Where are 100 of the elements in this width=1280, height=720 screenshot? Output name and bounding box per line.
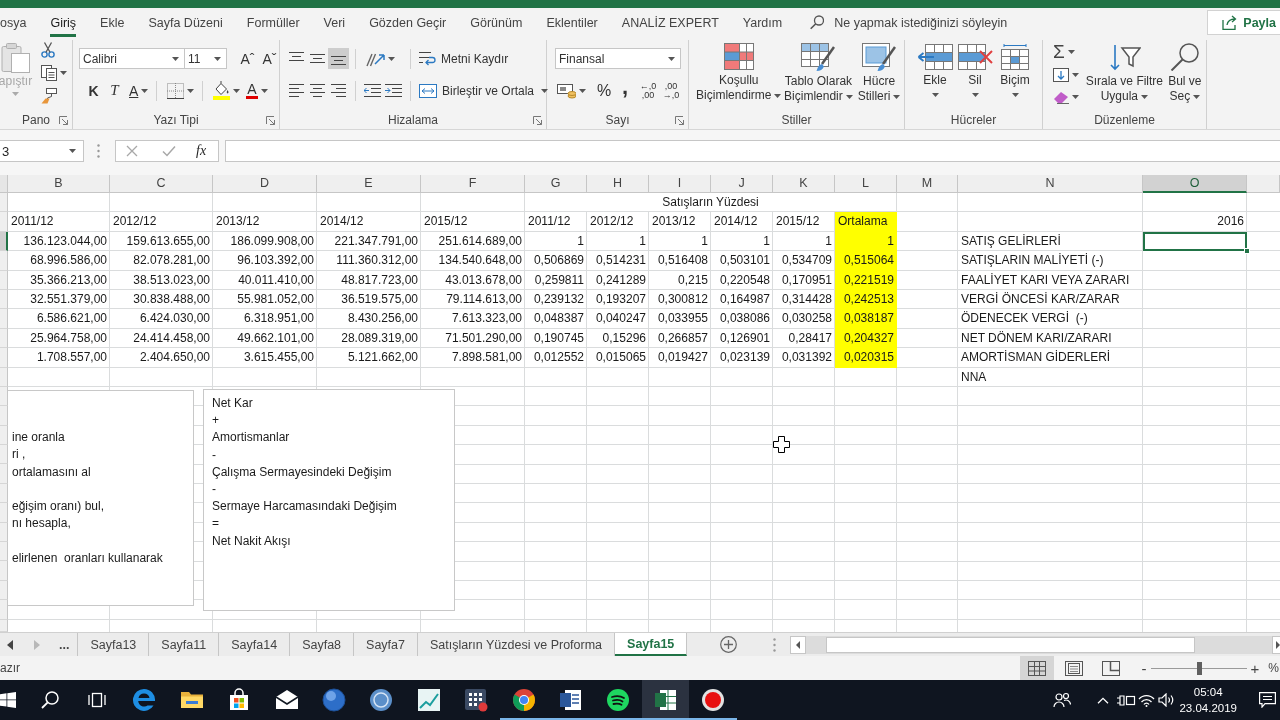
share-button[interactable]: Payla: [1207, 10, 1280, 35]
search-icon[interactable]: [40, 691, 59, 709]
decrease-decimal-button[interactable]: ,00 →,0: [662, 80, 680, 101]
column-header[interactable]: K: [773, 175, 835, 193]
decrease-indent-button[interactable]: [362, 81, 383, 100]
menu-tab[interactable]: Yardım: [742, 8, 783, 37]
column-header[interactable]: H: [587, 175, 649, 193]
table-cell: Ortalama: [835, 212, 897, 232]
grip-icon[interactable]: [773, 637, 776, 652]
chevron-up-icon[interactable]: [1097, 696, 1110, 704]
people-icon[interactable]: [1053, 692, 1072, 708]
power-plug-icon[interactable]: [1116, 693, 1137, 707]
formula-field[interactable]: [225, 140, 1280, 162]
name-box[interactable]: 3: [0, 140, 84, 162]
more-sheets-button[interactable]: ...: [57, 633, 72, 656]
borders-button[interactable]: [165, 81, 197, 100]
column-header[interactable]: M: [897, 175, 958, 193]
menu-tab[interactable]: Formüller: [246, 8, 300, 37]
column-header[interactable]: J: [711, 175, 773, 193]
menu-tab[interactable]: Ekle: [100, 8, 125, 37]
dialog-launcher-icon[interactable]: [533, 115, 542, 125]
increase-indent-button[interactable]: [383, 81, 404, 100]
italic-button[interactable]: T: [104, 80, 125, 101]
bold-button[interactable]: K: [83, 80, 104, 101]
selected-cell[interactable]: [1143, 231, 1247, 252]
dialog-launcher-icon[interactable]: [266, 115, 275, 125]
font-size-combo[interactable]: 11: [184, 48, 227, 69]
fill-color-button[interactable]: [211, 81, 243, 100]
column-header[interactable]: L: [835, 175, 897, 193]
normal-view-button[interactable]: [1019, 656, 1054, 680]
scroll-right-icon[interactable]: [1272, 635, 1280, 654]
column-header[interactable]: N: [958, 175, 1143, 193]
windows-logo-icon[interactable]: [0, 692, 16, 708]
merge-center-button[interactable]: Birleştir ve Ortala: [417, 80, 549, 101]
wrap-text-button[interactable]: Metni Kaydır: [417, 48, 509, 69]
wifi-icon[interactable]: [1138, 693, 1156, 707]
format-as-table-button[interactable]: Tablo Olarak Biçimlendir: [782, 40, 855, 113]
column-header[interactable]: O: [1143, 175, 1247, 193]
fill-button[interactable]: [1053, 66, 1079, 84]
task-view-icon[interactable]: [88, 692, 107, 708]
cell-styles-button[interactable]: Hücre Stilleri: [854, 40, 904, 113]
column-header[interactable]: C: [110, 175, 213, 193]
check-icon[interactable]: [162, 145, 176, 157]
underline-button[interactable]: A: [127, 80, 151, 101]
grow-font-button[interactable]: Aˆ: [237, 48, 258, 69]
horizontal-scrollbar[interactable]: [790, 635, 1280, 654]
shrink-font-button[interactable]: Aˇ: [259, 48, 280, 69]
copy-button[interactable]: [41, 64, 67, 82]
clock[interactable]: 05:04 23.04.2019: [1179, 684, 1237, 716]
format-cells-button[interactable]: Biçim: [995, 40, 1035, 113]
plus-circle-icon[interactable]: [720, 636, 737, 653]
sort-filter-button[interactable]: Sırala ve Filtre Uygula: [1085, 40, 1164, 113]
table-cell-text: 0,193207: [594, 290, 647, 308]
speaker-icon[interactable]: [1158, 693, 1176, 707]
insert-function-button[interactable]: fx: [196, 141, 207, 161]
table-cell-text: 0,534709: [780, 252, 833, 270]
menu-tab[interactable]: osya: [0, 8, 27, 37]
autosum-button[interactable]: Σ: [1053, 42, 1079, 62]
dialog-launcher-icon[interactable]: [59, 115, 68, 125]
number-format-combo[interactable]: Finansal: [555, 48, 681, 69]
delete-cells-button[interactable]: Sil: [955, 40, 995, 113]
column-header[interactable]: E: [317, 175, 421, 193]
column-header[interactable]: F: [421, 175, 525, 193]
insert-cells-button[interactable]: Ekle: [915, 40, 955, 113]
scroll-left-icon[interactable]: [790, 635, 806, 654]
font-color-button[interactable]: A: [244, 80, 270, 101]
text-line: -: [212, 446, 217, 464]
accounting-format-button[interactable]: [555, 81, 588, 100]
caret-icon: [774, 93, 782, 98]
menu-tab[interactable]: Sayfa Düzeni: [148, 8, 223, 37]
zoom-out-button[interactable]: -: [1141, 658, 1147, 678]
menu-tab[interactable]: Veri: [323, 8, 346, 37]
fill-handle-icon[interactable]: [1244, 248, 1250, 255]
slider-thumb[interactable]: [1196, 661, 1202, 675]
increase-decimal-button[interactable]: ←,0 ,00: [639, 80, 657, 101]
comma-style-button[interactable]: ,: [616, 80, 634, 101]
percent-button[interactable]: %: [594, 80, 614, 101]
column-header[interactable]: D: [213, 175, 317, 193]
search-field[interactable]: Ne yapmak istediğinizi söyleyin: [834, 12, 1035, 33]
menu-tab[interactable]: Gözden Geçir: [369, 8, 447, 37]
find-select-button[interactable]: Bul ve Seç: [1163, 40, 1206, 113]
outdent-icon: [364, 84, 381, 97]
column-header[interactable]: I: [649, 175, 711, 193]
scrollbar-thumb[interactable]: [826, 636, 1195, 653]
taskbar-button[interactable]: [642, 680, 690, 720]
dialog-launcher-icon[interactable]: [675, 115, 684, 125]
notification-icon[interactable]: [1259, 692, 1276, 708]
zoom-level-text[interactable]: %: [1268, 661, 1279, 675]
column-header[interactable]: G: [525, 175, 587, 193]
row-header[interactable]: [0, 231, 8, 252]
menu-tab[interactable]: ANALİZ EXPERT: [621, 8, 719, 37]
sheet-tab[interactable]: Sayfa15: [615, 633, 688, 656]
zoom-in-button[interactable]: +: [1250, 658, 1260, 678]
menu-tab[interactable]: Eklentiler: [546, 8, 598, 37]
triangle-left-icon[interactable]: [7, 639, 13, 650]
conditional-formatting-button[interactable]: Koşullu Biçimlendirme: [695, 40, 783, 113]
bottom-align-button[interactable]: [328, 48, 349, 69]
menu-tab[interactable]: Görünüm: [470, 8, 523, 37]
column-header[interactable]: B: [8, 175, 110, 193]
font-name-combo[interactable]: Calibri: [79, 48, 185, 69]
